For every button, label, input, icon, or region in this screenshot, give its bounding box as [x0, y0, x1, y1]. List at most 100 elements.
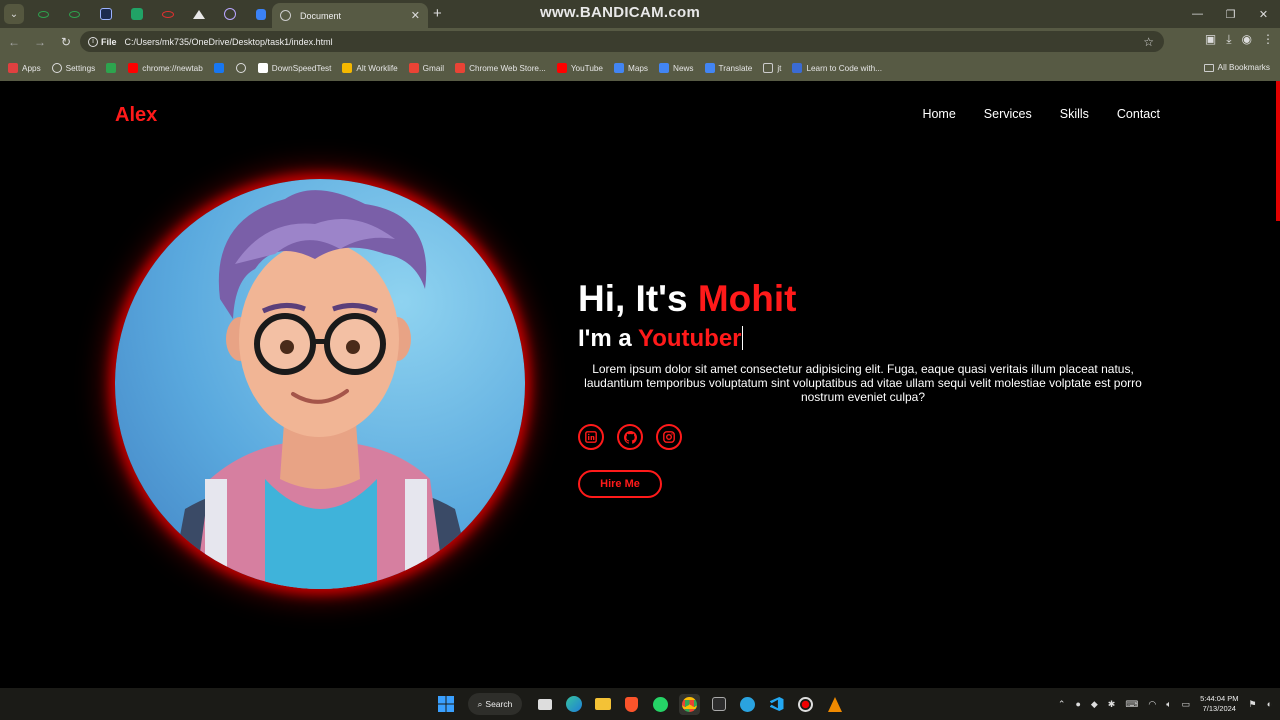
bookmark-item[interactable]: chrome://newtab	[128, 63, 203, 73]
github-link[interactable]	[617, 424, 643, 450]
typing-caret	[741, 326, 744, 350]
youtube-icon	[128, 63, 139, 73]
bookmark-item[interactable]: jt	[763, 63, 781, 73]
apps-grid-icon	[8, 63, 18, 73]
bookmark-item[interactable]: YouTube	[556, 63, 603, 73]
gmail-icon	[408, 63, 419, 73]
site-nav: Home Services Skills Contact	[922, 107, 1160, 121]
star-icon[interactable]: ☆	[1143, 35, 1154, 49]
file-explorer-icon[interactable]	[592, 694, 613, 715]
scrollbar-thumb[interactable]	[1276, 81, 1280, 221]
translate-icon	[704, 63, 715, 73]
close-window-button[interactable]: ✕	[1247, 0, 1280, 28]
tab-search-button[interactable]: ⌄	[4, 4, 24, 24]
linkedin-link[interactable]	[578, 424, 604, 450]
hero-name: Mohit	[697, 278, 797, 319]
site-logo[interactable]: Alex	[115, 104, 157, 127]
reload-button[interactable]: ↻	[54, 30, 78, 54]
keyboard-icon[interactable]: ⌨	[1125, 699, 1138, 710]
pinned-tab[interactable]	[214, 0, 245, 28]
brave-icon[interactable]	[621, 694, 642, 715]
menu-icon[interactable]: ⋮	[1262, 32, 1274, 47]
extensions-icon[interactable]: ▣	[1205, 32, 1216, 47]
bookmark-item[interactable]: News	[659, 63, 694, 73]
bookmark-item[interactable]: Translate	[704, 63, 752, 73]
tray-app-icon[interactable]: ●	[1075, 699, 1080, 709]
pinned-tab[interactable]	[121, 0, 152, 28]
tab-document[interactable]: Document ✕	[272, 3, 428, 28]
bluetooth-icon[interactable]: ✱	[1108, 699, 1116, 710]
bookmark-item[interactable]	[106, 63, 120, 73]
youtube-icon	[556, 63, 567, 73]
nav-services[interactable]: Services	[984, 107, 1032, 121]
bookmark-item[interactable]: Chrome Web Store...	[455, 63, 546, 73]
pinned-tab[interactable]	[59, 0, 90, 28]
hero-subtitle: I'm a Youtuber	[578, 324, 1178, 354]
bookmark-item[interactable]: Alt Worklife	[342, 63, 398, 73]
globe-icon	[280, 10, 291, 21]
taskbar-search-label: Search	[485, 699, 513, 709]
all-bookmarks[interactable]: All Bookmarks	[1203, 63, 1270, 72]
github-icon	[623, 430, 637, 444]
copilot-icon[interactable]: ◐	[1267, 699, 1272, 709]
hero-title: Hi, It's Mohit	[578, 278, 1178, 320]
bookmarks-bar: Apps Settings chrome://newtab DownSpeedTest…	[0, 55, 1280, 81]
notification-bell-icon[interactable]: ⚑	[1248, 699, 1256, 710]
profile-icon[interactable]: ◉	[1242, 32, 1252, 47]
minimize-button[interactable]: —	[1181, 0, 1214, 28]
info-icon[interactable]: i	[88, 36, 98, 47]
nav-skills[interactable]: Skills	[1060, 107, 1089, 121]
instagram-link[interactable]	[656, 424, 682, 450]
back-button[interactable]: ←	[2, 30, 26, 54]
nav-contact[interactable]: Contact	[1117, 107, 1160, 121]
app-icon[interactable]	[708, 694, 729, 715]
vlc-icon[interactable]	[824, 694, 845, 715]
instagram-icon	[663, 431, 675, 443]
bookmark-item[interactable]	[235, 63, 250, 73]
hero-section: Hi, It's Mohit I'm a Youtuber Lorem ipsu…	[578, 278, 1178, 498]
new-tab-button[interactable]: +	[433, 5, 442, 22]
hero-description: Lorem ipsum dolor sit amet consectetur a…	[584, 362, 1142, 404]
bookmark-item[interactable]: Apps	[8, 63, 41, 73]
pinned-tab[interactable]	[152, 0, 183, 28]
avatar-illustration	[170, 190, 475, 589]
url-text[interactable]: C:/Users/mk735/OneDrive/Desktop/task1/in…	[125, 37, 333, 47]
bookmark-item[interactable]: DownSpeedTest	[257, 63, 331, 73]
address-bar[interactable]: i File C:/Users/mk735/OneDrive/Desktop/t…	[80, 31, 1164, 52]
nav-home[interactable]: Home	[922, 107, 955, 121]
forward-button[interactable]: →	[28, 30, 52, 54]
pinned-tab[interactable]	[183, 0, 214, 28]
close-icon[interactable]: ✕	[411, 9, 420, 22]
taskbar-clock[interactable]: 5:44:04 PM 7/13/2024	[1200, 694, 1238, 714]
bookmark-item[interactable]: Gmail	[408, 63, 444, 73]
bookmark-item[interactable]: Maps	[614, 63, 648, 73]
volume-icon[interactable]: 🔈︎	[1166, 699, 1171, 710]
windows-start-icon[interactable]	[435, 694, 456, 715]
shield-icon[interactable]: ◆	[1091, 699, 1098, 710]
download-icon[interactable]: ⤓	[1226, 32, 1231, 47]
record-icon[interactable]	[795, 694, 816, 715]
battery-icon[interactable]: ▭	[1182, 699, 1191, 710]
bookmark-label: jt	[777, 63, 782, 73]
telegram-icon[interactable]	[737, 694, 758, 715]
bookmark-label: News	[673, 63, 694, 73]
wifi-icon[interactable]: ◠	[1148, 699, 1156, 710]
windows-taskbar: ⌕ Search ⌃ ● ◆ ✱ ⌨ ◠ 🔈︎ ▭ 5:44:04 PM 7/1…	[0, 688, 1280, 720]
pinned-tab[interactable]	[90, 0, 121, 28]
bookmark-label: Learn to Code with...	[806, 63, 882, 73]
restore-button[interactable]: ❐	[1214, 0, 1247, 28]
task-view-icon[interactable]	[534, 694, 555, 715]
taskbar-search[interactable]: ⌕ Search	[468, 693, 522, 715]
toolbar-icons: ▣ ⤓ ◉ ⋮	[1205, 32, 1274, 47]
bookmark-item[interactable]: Learn to Code with...	[792, 63, 882, 73]
recorder-watermark: www.BANDICAM.com	[540, 4, 701, 21]
bookmark-item[interactable]	[213, 63, 228, 73]
chrome-icon[interactable]	[679, 693, 700, 715]
pinned-tab[interactable]	[28, 0, 59, 28]
edge-icon[interactable]	[563, 694, 584, 715]
hire-me-button[interactable]: Hire Me	[578, 470, 662, 498]
whatsapp-icon[interactable]	[650, 694, 671, 715]
vscode-icon[interactable]	[766, 694, 787, 715]
bookmark-item[interactable]: Settings	[51, 63, 95, 73]
chevron-up-icon[interactable]: ⌃	[1058, 699, 1066, 710]
